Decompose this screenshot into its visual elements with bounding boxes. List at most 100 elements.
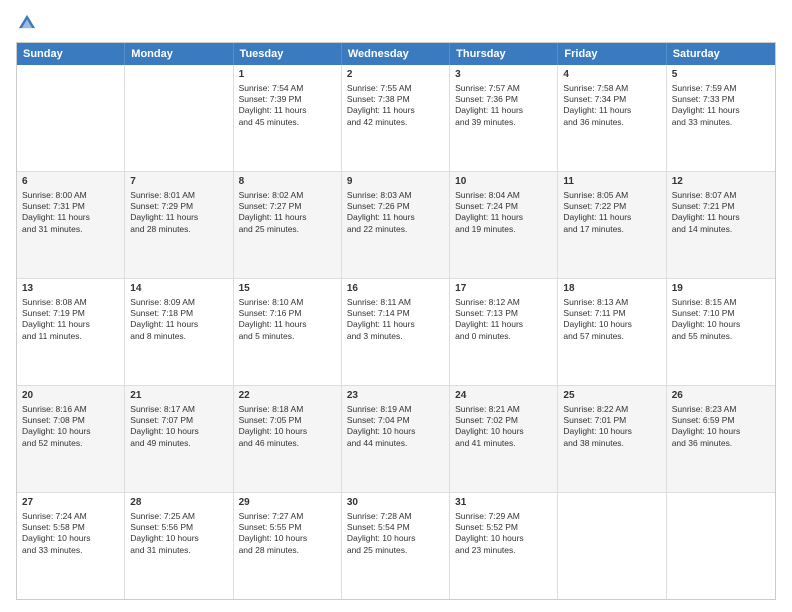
day-info: and 33 minutes. <box>672 117 770 128</box>
calendar-cell: 14Sunrise: 8:09 AMSunset: 7:18 PMDayligh… <box>125 279 233 385</box>
calendar-cell: 10Sunrise: 8:04 AMSunset: 7:24 PMDayligh… <box>450 172 558 278</box>
day-info: and 45 minutes. <box>239 117 336 128</box>
day-info: Sunset: 7:05 PM <box>239 415 336 426</box>
day-number: 16 <box>347 282 444 296</box>
day-info: Daylight: 11 hours <box>130 319 227 330</box>
day-number: 17 <box>455 282 552 296</box>
logo <box>16 12 42 34</box>
header <box>16 12 776 34</box>
day-info: Sunset: 7:27 PM <box>239 201 336 212</box>
day-number: 1 <box>239 68 336 82</box>
calendar-cell: 8Sunrise: 8:02 AMSunset: 7:27 PMDaylight… <box>234 172 342 278</box>
day-info: Daylight: 11 hours <box>130 212 227 223</box>
day-info: Sunset: 6:59 PM <box>672 415 770 426</box>
day-info: Sunrise: 8:07 AM <box>672 190 770 201</box>
day-info: and 8 minutes. <box>130 331 227 342</box>
calendar-cell: 2Sunrise: 7:55 AMSunset: 7:38 PMDaylight… <box>342 65 450 171</box>
calendar-cell: 11Sunrise: 8:05 AMSunset: 7:22 PMDayligh… <box>558 172 666 278</box>
day-info: and 38 minutes. <box>563 438 660 449</box>
day-info: and 52 minutes. <box>22 438 119 449</box>
day-info: Sunset: 7:07 PM <box>130 415 227 426</box>
day-info: Sunset: 7:26 PM <box>347 201 444 212</box>
day-info: Sunrise: 8:08 AM <box>22 297 119 308</box>
header-day-wednesday: Wednesday <box>342 43 450 65</box>
day-info: Sunrise: 8:17 AM <box>130 404 227 415</box>
day-number: 26 <box>672 389 770 403</box>
calendar-cell: 25Sunrise: 8:22 AMSunset: 7:01 PMDayligh… <box>558 386 666 492</box>
calendar-cell: 7Sunrise: 8:01 AMSunset: 7:29 PMDaylight… <box>125 172 233 278</box>
day-number: 22 <box>239 389 336 403</box>
calendar-row-2: 13Sunrise: 8:08 AMSunset: 7:19 PMDayligh… <box>17 279 775 386</box>
calendar-row-4: 27Sunrise: 7:24 AMSunset: 5:58 PMDayligh… <box>17 493 775 599</box>
day-number: 21 <box>130 389 227 403</box>
day-info: Sunset: 7:24 PM <box>455 201 552 212</box>
day-info: Daylight: 10 hours <box>347 533 444 544</box>
day-info: Sunrise: 7:29 AM <box>455 511 552 522</box>
day-info: Daylight: 10 hours <box>130 533 227 544</box>
day-info: and 3 minutes. <box>347 331 444 342</box>
day-number: 24 <box>455 389 552 403</box>
day-info: Sunset: 7:39 PM <box>239 94 336 105</box>
day-number: 30 <box>347 496 444 510</box>
calendar-cell: 17Sunrise: 8:12 AMSunset: 7:13 PMDayligh… <box>450 279 558 385</box>
header-day-thursday: Thursday <box>450 43 558 65</box>
day-info: and 46 minutes. <box>239 438 336 449</box>
day-info: Daylight: 11 hours <box>455 105 552 116</box>
day-info: Daylight: 10 hours <box>455 426 552 437</box>
day-info: Sunrise: 7:24 AM <box>22 511 119 522</box>
calendar-cell: 4Sunrise: 7:58 AMSunset: 7:34 PMDaylight… <box>558 65 666 171</box>
calendar-cell: 26Sunrise: 8:23 AMSunset: 6:59 PMDayligh… <box>667 386 775 492</box>
day-info: Sunset: 7:21 PM <box>672 201 770 212</box>
day-info: and 31 minutes. <box>130 545 227 556</box>
page: SundayMondayTuesdayWednesdayThursdayFrid… <box>0 0 792 612</box>
day-info: Sunset: 7:19 PM <box>22 308 119 319</box>
day-number: 29 <box>239 496 336 510</box>
day-info: Sunset: 7:02 PM <box>455 415 552 426</box>
calendar-cell: 16Sunrise: 8:11 AMSunset: 7:14 PMDayligh… <box>342 279 450 385</box>
day-number: 12 <box>672 175 770 189</box>
day-info: and 28 minutes. <box>130 224 227 235</box>
day-info: Daylight: 11 hours <box>455 212 552 223</box>
calendar-cell: 3Sunrise: 7:57 AMSunset: 7:36 PMDaylight… <box>450 65 558 171</box>
day-info: Sunrise: 8:23 AM <box>672 404 770 415</box>
day-info: and 57 minutes. <box>563 331 660 342</box>
day-info: Sunset: 7:29 PM <box>130 201 227 212</box>
day-info: Daylight: 10 hours <box>672 426 770 437</box>
calendar-cell <box>667 493 775 599</box>
day-info: and 42 minutes. <box>347 117 444 128</box>
day-number: 5 <box>672 68 770 82</box>
day-info: and 36 minutes. <box>672 438 770 449</box>
day-info: Sunset: 7:33 PM <box>672 94 770 105</box>
day-info: Sunrise: 8:05 AM <box>563 190 660 201</box>
header-day-friday: Friday <box>558 43 666 65</box>
day-info: Sunrise: 7:59 AM <box>672 83 770 94</box>
day-info: Daylight: 11 hours <box>563 212 660 223</box>
header-day-tuesday: Tuesday <box>234 43 342 65</box>
day-info: Sunrise: 7:28 AM <box>347 511 444 522</box>
day-number: 11 <box>563 175 660 189</box>
header-day-monday: Monday <box>125 43 233 65</box>
day-info: Sunrise: 8:16 AM <box>22 404 119 415</box>
day-info: and 28 minutes. <box>239 545 336 556</box>
calendar-cell: 21Sunrise: 8:17 AMSunset: 7:07 PMDayligh… <box>125 386 233 492</box>
calendar-cell: 15Sunrise: 8:10 AMSunset: 7:16 PMDayligh… <box>234 279 342 385</box>
day-info: Daylight: 11 hours <box>672 212 770 223</box>
day-info: and 25 minutes. <box>239 224 336 235</box>
day-info: Daylight: 10 hours <box>130 426 227 437</box>
day-info: Sunrise: 8:01 AM <box>130 190 227 201</box>
day-info: Sunrise: 8:09 AM <box>130 297 227 308</box>
day-info: Sunrise: 7:54 AM <box>239 83 336 94</box>
day-info: Sunset: 7:36 PM <box>455 94 552 105</box>
day-info: and 39 minutes. <box>455 117 552 128</box>
day-info: Sunset: 7:13 PM <box>455 308 552 319</box>
day-info: Sunset: 7:16 PM <box>239 308 336 319</box>
calendar-cell <box>558 493 666 599</box>
day-info: Sunset: 5:56 PM <box>130 522 227 533</box>
calendar-cell: 30Sunrise: 7:28 AMSunset: 5:54 PMDayligh… <box>342 493 450 599</box>
calendar-cell: 12Sunrise: 8:07 AMSunset: 7:21 PMDayligh… <box>667 172 775 278</box>
calendar-cell: 20Sunrise: 8:16 AMSunset: 7:08 PMDayligh… <box>17 386 125 492</box>
day-info: Daylight: 10 hours <box>455 533 552 544</box>
day-number: 20 <box>22 389 119 403</box>
calendar-header: SundayMondayTuesdayWednesdayThursdayFrid… <box>17 43 775 65</box>
day-info: Sunset: 7:31 PM <box>22 201 119 212</box>
